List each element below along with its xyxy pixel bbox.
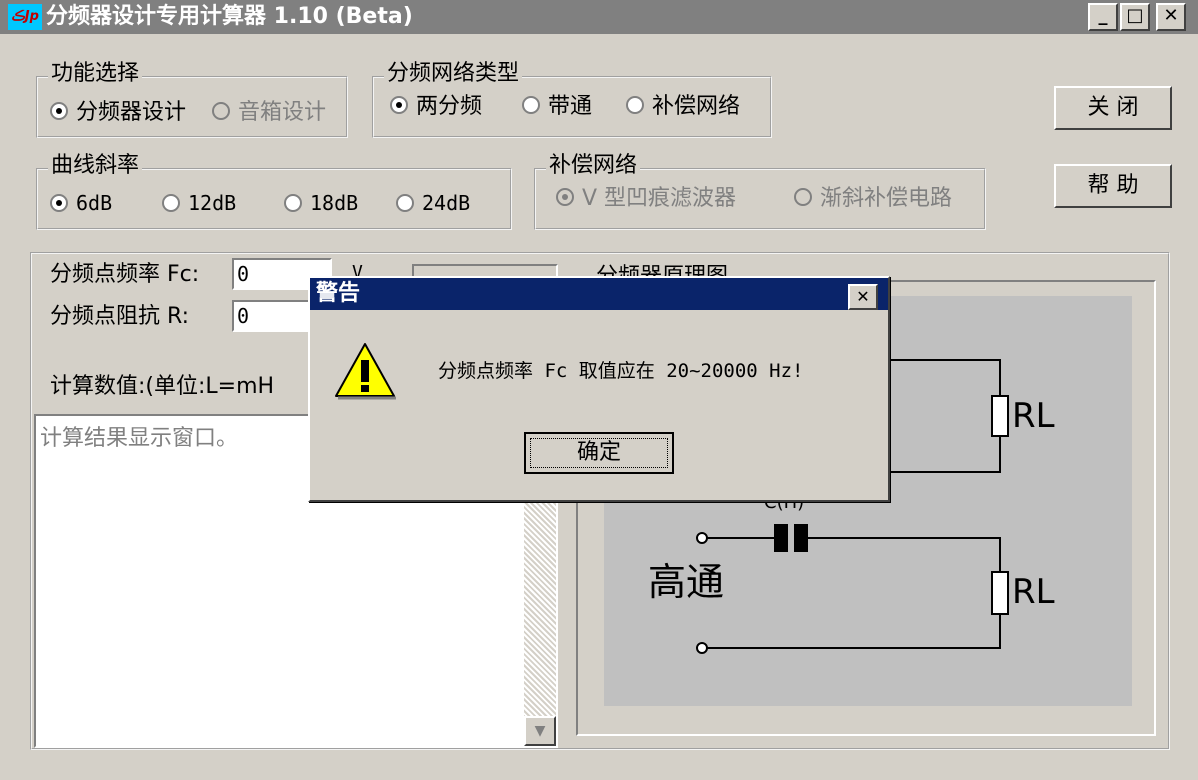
- radio-dot: [794, 188, 812, 206]
- window-title: 分频器设计专用计算器 1.10 (Beta): [46, 4, 413, 29]
- compensation-legend: 补偿网络: [546, 154, 641, 178]
- radio-slope-18db[interactable]: 18dB: [284, 190, 358, 216]
- radio-dot: [522, 96, 540, 114]
- title-bar: ڪJp 分频器设计专用计算器 1.10 (Beta) _ □ ✕: [0, 0, 1198, 34]
- maximize-button[interactable]: □: [1120, 3, 1150, 31]
- radio-label: 两分频: [416, 94, 483, 119]
- radio-slope-12db[interactable]: 12dB: [162, 190, 236, 216]
- radio-label: 渐斜补偿电路: [820, 186, 953, 211]
- warning-icon: [332, 340, 398, 402]
- radio-label: V 型凹痕滤波器: [582, 186, 737, 211]
- dialog-title-bar: 警告: [310, 278, 888, 310]
- network-type-legend: 分频网络类型: [384, 62, 523, 86]
- radio-compensation-network[interactable]: 补偿网络: [626, 94, 740, 120]
- radio-crossover-design[interactable]: 分频器设计: [50, 100, 186, 126]
- calc-values-label: 计算数值:(单位:L=mH: [50, 374, 275, 399]
- radio-label: 音箱设计: [238, 100, 327, 125]
- radio-dot: [212, 102, 230, 120]
- radio-label: 分频器设计: [76, 100, 187, 125]
- dialog-title: 警告: [316, 281, 361, 306]
- app-icon[interactable]: ڪJp: [8, 4, 42, 30]
- radio-speaker-design[interactable]: 音箱设计: [212, 100, 326, 126]
- radio-dot: [556, 188, 574, 206]
- scroll-down-button[interactable]: ▼: [524, 716, 556, 746]
- radio-label: 6dB: [76, 191, 113, 215]
- radio-slope-compensation[interactable]: 渐斜补偿电路: [794, 186, 952, 212]
- help-button[interactable]: 帮 助: [1054, 164, 1172, 208]
- warning-dialog: 警告 ✕ 分频点频率 Fc 取值应在 20~20000 Hz! 确定: [308, 276, 890, 502]
- resistor-label-top: RL: [1012, 396, 1055, 436]
- close-window-button[interactable]: ✕: [1156, 3, 1186, 31]
- dialog-message: 分频点频率 Fc 取值应在 20~20000 Hz!: [438, 360, 804, 382]
- radio-dot: [626, 96, 644, 114]
- radio-label: 带通: [548, 94, 593, 119]
- resistor-label-bottom: RL: [1012, 572, 1055, 612]
- result-placeholder: 计算结果显示窗口。: [40, 426, 239, 451]
- radio-v-notch-filter[interactable]: V 型凹痕滤波器: [556, 186, 736, 212]
- radio-dot: [390, 96, 408, 114]
- radio-two-way[interactable]: 两分频: [390, 94, 482, 120]
- dialog-ok-focus-ring: 确定: [530, 438, 668, 468]
- radio-dot: [396, 193, 414, 212]
- radio-label: 补偿网络: [652, 94, 741, 119]
- radio-label: 12dB: [188, 191, 237, 215]
- function-select-legend: 功能选择: [48, 62, 143, 86]
- radio-dot: [50, 193, 68, 212]
- radio-slope-24db[interactable]: 24dB: [396, 190, 470, 216]
- r-label: 分频点阻抗 R:: [50, 304, 190, 329]
- radio-label: 24dB: [422, 191, 471, 215]
- radio-dot: [50, 102, 68, 120]
- radio-dot: [284, 193, 302, 212]
- dialog-ok-button[interactable]: 确定: [524, 432, 674, 474]
- fc-label: 分频点频率 Fc:: [50, 262, 200, 287]
- minimize-button[interactable]: _: [1088, 3, 1118, 31]
- radio-bandpass[interactable]: 带通: [522, 94, 592, 120]
- close-button[interactable]: 关 闭: [1054, 86, 1172, 130]
- high-pass-label: 高通: [648, 560, 725, 604]
- radio-slope-6db[interactable]: 6dB: [50, 190, 112, 216]
- slope-legend: 曲线斜率: [48, 154, 143, 178]
- radio-label: 18dB: [310, 191, 359, 215]
- radio-dot: [162, 193, 180, 212]
- dialog-close-button[interactable]: ✕: [848, 284, 878, 310]
